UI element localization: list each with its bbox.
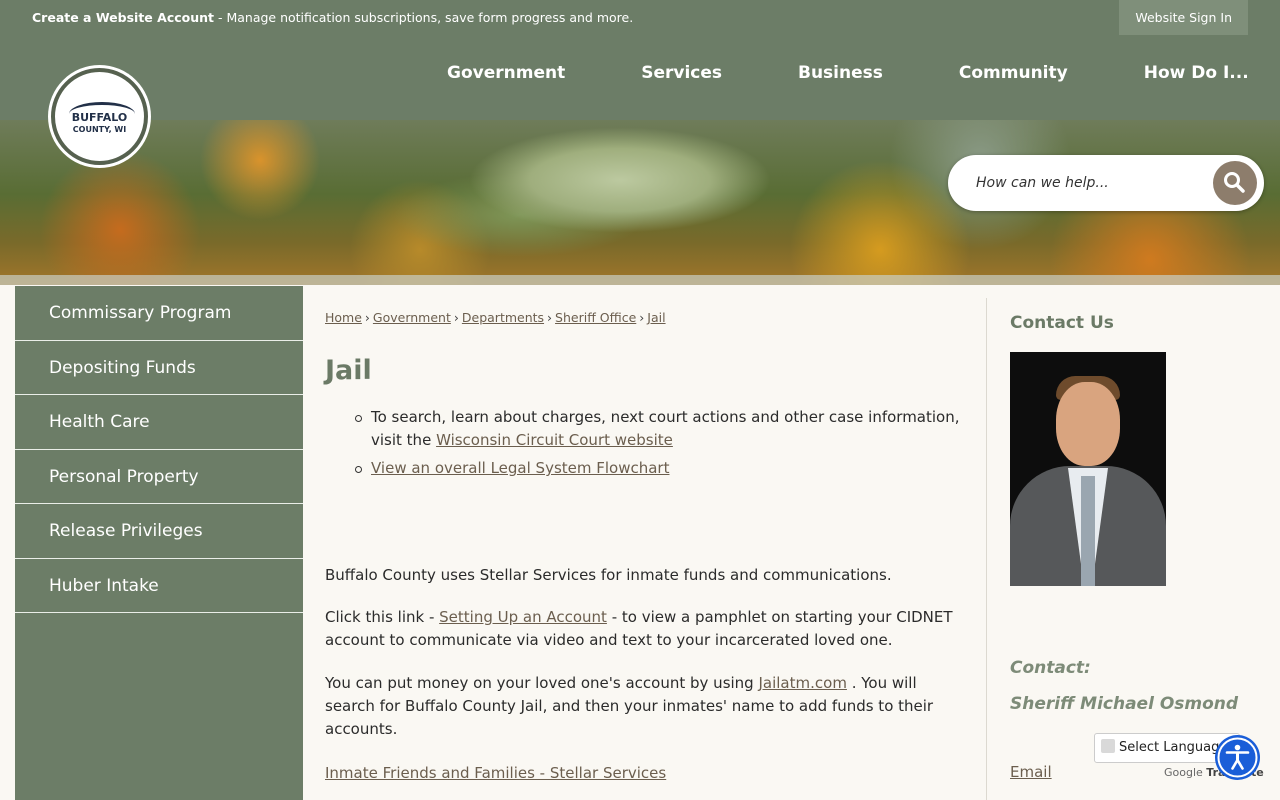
column-divider bbox=[986, 298, 987, 800]
breadcrumb-separator: › bbox=[639, 310, 645, 325]
breadcrumb-separator: › bbox=[547, 310, 553, 325]
jailatm-link[interactable]: Jailatm.com bbox=[758, 674, 846, 692]
accessibility-icon bbox=[1217, 737, 1258, 778]
legal-system-flowchart-link[interactable]: View an overall Legal System Flowchart bbox=[371, 459, 669, 477]
nav-business[interactable]: Business bbox=[798, 63, 883, 83]
list-item: View an overall Legal System Flowchart bbox=[355, 457, 971, 480]
website-sign-in-button[interactable]: Website Sign In bbox=[1119, 0, 1248, 35]
setup-account-paragraph: Click this link - Setting Up an Account … bbox=[325, 606, 970, 652]
google-translate-icon bbox=[1101, 739, 1115, 753]
main-navigation: Government Services Business Community H… bbox=[447, 63, 1249, 83]
site-header: Government Services Business Community H… bbox=[0, 35, 1280, 120]
breadcrumb-jail[interactable]: Jail bbox=[647, 310, 665, 325]
breadcrumb-separator: › bbox=[453, 310, 459, 325]
email-link[interactable]: Email bbox=[1010, 763, 1052, 781]
page-title: Jail bbox=[325, 355, 372, 386]
contact-name: Sheriff Michael Osmond bbox=[1010, 694, 1239, 714]
site-search bbox=[948, 155, 1264, 211]
breadcrumb-sheriff-office[interactable]: Sheriff Office bbox=[555, 310, 636, 325]
county-logo[interactable]: BUFFALO COUNTY, WI bbox=[51, 68, 148, 165]
nav-government[interactable]: Government bbox=[447, 63, 565, 83]
search-button[interactable] bbox=[1213, 161, 1257, 205]
stellar-link-paragraph: Inmate Friends and Families - Stellar Se… bbox=[325, 762, 970, 785]
breadcrumb-home[interactable]: Home bbox=[325, 310, 362, 325]
nav-services[interactable]: Services bbox=[641, 63, 722, 83]
breadcrumb-separator: › bbox=[364, 310, 370, 325]
photo-face-shape bbox=[1056, 382, 1120, 466]
sidebar-item-release-privileges[interactable]: Release Privileges bbox=[15, 504, 303, 559]
photo-tie-shape bbox=[1081, 476, 1095, 586]
p3-text-pre: You can put money on your loved one's ac… bbox=[325, 674, 759, 692]
banner-bottom-strip bbox=[0, 275, 1280, 285]
sidebar-item-huber-intake[interactable]: Huber Intake bbox=[15, 559, 303, 613]
nav-community[interactable]: Community bbox=[959, 63, 1068, 83]
inmate-friends-families-link[interactable]: Inmate Friends and Families - Stellar Se… bbox=[325, 764, 666, 782]
setting-up-account-link[interactable]: Setting Up an Account bbox=[439, 608, 607, 626]
sidebar-navigation: Commissary Program Depositing Funds Heal… bbox=[15, 286, 303, 800]
breadcrumb-departments[interactable]: Departments bbox=[462, 310, 544, 325]
stellar-services-paragraph: Buffalo County uses Stellar Services for… bbox=[325, 566, 892, 584]
logo-text-county: COUNTY, WI bbox=[72, 125, 127, 134]
deposit-funds-paragraph: You can put money on your loved one's ac… bbox=[325, 672, 970, 741]
breadcrumb: Home › Government › Departments › Sheriff Offi… bbox=[325, 310, 666, 325]
list-item: To search, learn about charges, next cou… bbox=[355, 406, 971, 452]
search-icon bbox=[1224, 172, 1245, 193]
google-wordmark: Google bbox=[1164, 766, 1203, 779]
nav-how-do-i[interactable]: How Do I... bbox=[1144, 63, 1249, 83]
sheriff-photo bbox=[1010, 352, 1166, 586]
create-account-link[interactable]: Create a Website Account bbox=[32, 10, 214, 25]
p2-text-pre: Click this link - bbox=[325, 608, 440, 626]
create-account-description: - Manage notification subscriptions, sav… bbox=[214, 10, 634, 25]
language-select-label: Select Language bbox=[1119, 740, 1228, 755]
sidebar-item-depositing-funds[interactable]: Depositing Funds bbox=[15, 341, 303, 395]
sidebar-item-health-care[interactable]: Health Care bbox=[15, 395, 303, 450]
wisconsin-circuit-court-link[interactable]: Wisconsin Circuit Court website bbox=[436, 431, 673, 449]
contact-us-heading: Contact Us bbox=[1010, 313, 1114, 333]
sidebar-item-commissary-program[interactable]: Commissary Program bbox=[15, 286, 303, 341]
contact-label: Contact: bbox=[1010, 658, 1091, 678]
search-input[interactable] bbox=[976, 171, 1206, 195]
sidebar-item-personal-property[interactable]: Personal Property bbox=[15, 450, 303, 504]
info-bullet-list: To search, learn about charges, next cou… bbox=[355, 406, 971, 485]
accessibility-button[interactable] bbox=[1215, 735, 1260, 780]
create-account-message[interactable]: Create a Website Account - Manage notifi… bbox=[32, 10, 633, 25]
top-utility-bar: Create a Website Account - Manage notifi… bbox=[0, 0, 1280, 35]
breadcrumb-government[interactable]: Government bbox=[373, 310, 451, 325]
logo-text-buffalo: BUFFALO bbox=[71, 111, 128, 124]
